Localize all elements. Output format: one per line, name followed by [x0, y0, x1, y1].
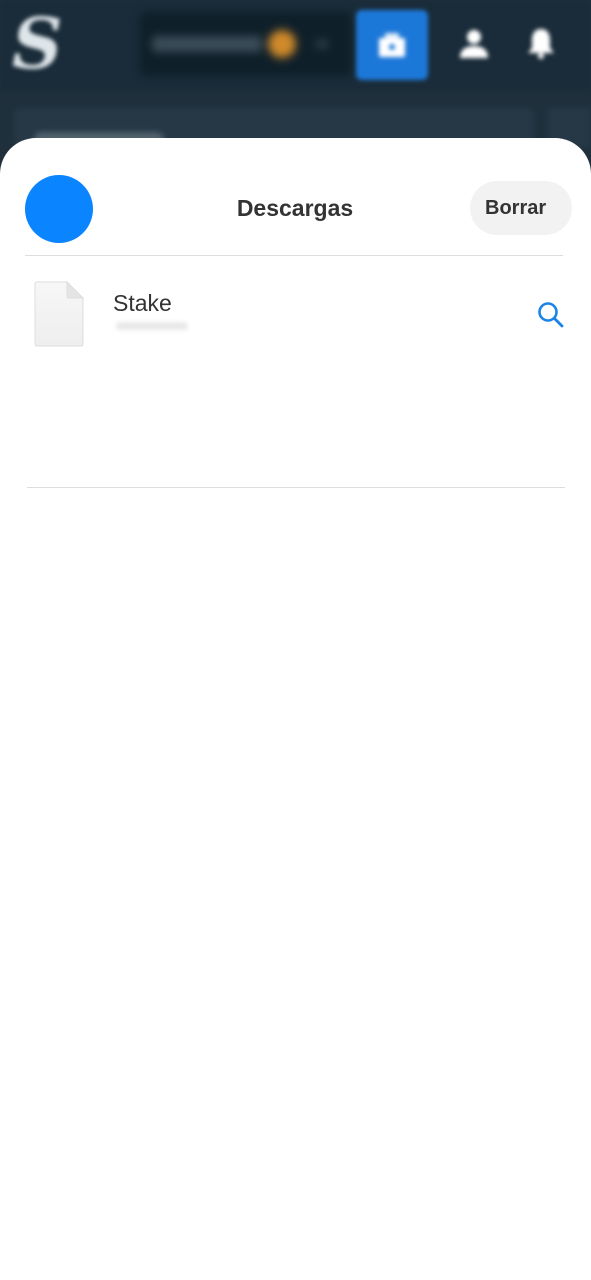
sheet-header: Descargas Borrar	[0, 138, 591, 256]
clear-button[interactable]: Borrar	[470, 181, 572, 235]
divider	[27, 487, 565, 488]
bell-icon[interactable]	[524, 26, 558, 65]
downloads-sheet: Descargas Borrar Stake	[0, 138, 591, 1280]
wallet-amount	[152, 36, 262, 52]
sheet-title: Descargas	[236, 195, 354, 221]
currency-icon	[268, 30, 296, 58]
file-icon	[34, 280, 85, 352]
wallet-button[interactable]	[356, 10, 428, 80]
avatar[interactable]	[25, 175, 93, 243]
wallet-balance[interactable]	[140, 12, 352, 76]
item-subtitle	[116, 322, 188, 330]
search-icon[interactable]	[536, 300, 566, 335]
download-item[interactable]: Stake	[0, 256, 591, 488]
wallet-icon	[379, 33, 405, 57]
app-logo[interactable]: S	[12, 4, 63, 84]
app-root: S Descargas Borrar Stake	[0, 0, 591, 1280]
user-icon[interactable]	[457, 26, 491, 65]
item-name: Stake	[113, 290, 172, 316]
chevron-down-icon	[316, 40, 328, 48]
app-header: S	[0, 0, 591, 90]
